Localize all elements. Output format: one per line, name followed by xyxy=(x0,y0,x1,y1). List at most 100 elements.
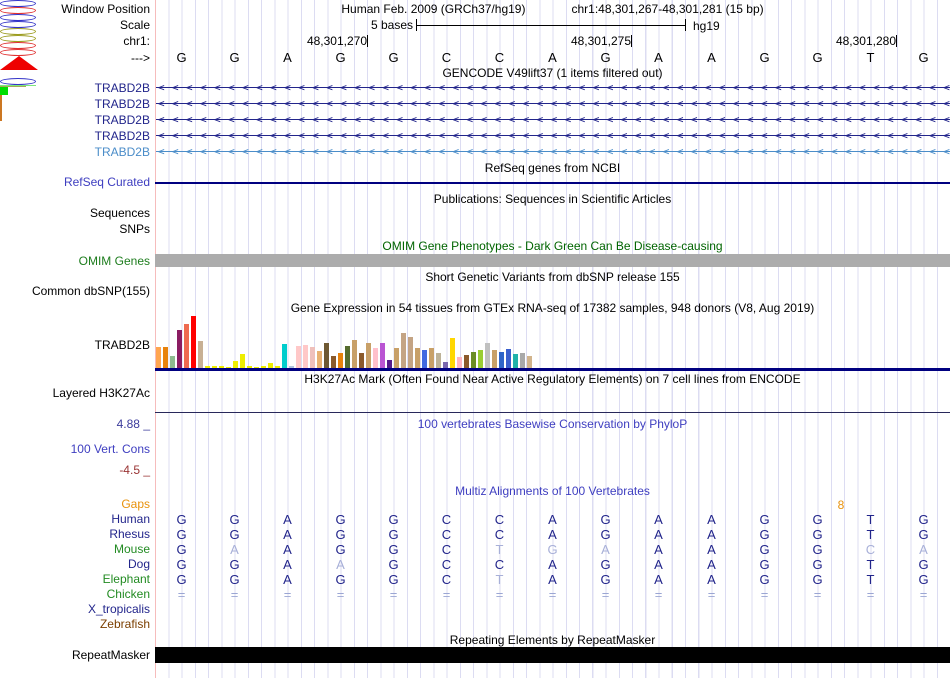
gene-label-trabd2b[interactable]: TRABD2B xyxy=(0,114,150,127)
track-label-repeatmasker[interactable]: RepeatMasker xyxy=(0,649,150,662)
track-label-omim-genes[interactable]: OMIM Genes xyxy=(0,255,150,268)
species-label-chicken[interactable]: Chicken xyxy=(0,588,150,601)
species-label-zebrafish[interactable]: Zebrafish xyxy=(0,618,150,631)
gtex-expression-bar[interactable] xyxy=(170,356,175,368)
alignment-base: G xyxy=(229,527,240,542)
gtex-expression-bar[interactable] xyxy=(226,367,231,368)
gtex-expression-bar[interactable] xyxy=(527,356,532,368)
gene-model-trabd2b[interactable]: <<<<<<<<<<<<<<<<<<<<<<<<<<<<<<<<<<<<<<<<… xyxy=(156,144,950,160)
gtex-expression-bar[interactable] xyxy=(429,348,434,368)
gtex-expression-bar[interactable] xyxy=(219,366,224,368)
gene-label-trabd2b[interactable]: TRABD2B xyxy=(0,82,150,95)
gtex-expression-bar[interactable] xyxy=(506,349,511,368)
gtex-expression-bar[interactable] xyxy=(478,350,483,368)
gene-model-trabd2b[interactable]: <<<<<<<<<<<<<<<<<<<<<<<<<<<<<<<<<<<<<<<<… xyxy=(156,128,950,144)
gtex-expression-bar[interactable] xyxy=(443,362,448,368)
species-label-mouse[interactable]: Mouse xyxy=(0,543,150,556)
gtex-expression-bar[interactable] xyxy=(499,352,504,368)
alignment-base: G xyxy=(335,527,346,542)
gtex-expression-bar[interactable] xyxy=(492,350,497,368)
track-label-100-vert-cons[interactable]: 100 Vert. Cons xyxy=(0,443,150,456)
species-label-rhesus[interactable]: Rhesus xyxy=(0,528,150,541)
gtex-expression-bar[interactable] xyxy=(240,354,245,368)
gene-model-trabd2b[interactable]: <<<<<<<<<<<<<<<<<<<<<<<<<<<<<<<<<<<<<<<<… xyxy=(156,80,950,96)
alignment-base: = xyxy=(760,587,769,602)
track-label-gaps[interactable]: Gaps xyxy=(0,498,150,511)
alignment-base: A xyxy=(283,572,292,587)
gtex-expression-bar[interactable] xyxy=(457,357,462,368)
gtex-expression-bar[interactable] xyxy=(415,348,420,368)
track-label-gtex-trabd2b[interactable]: TRABD2B xyxy=(0,339,150,352)
gtex-expression-bar[interactable] xyxy=(373,348,378,368)
alignment-base: = xyxy=(919,587,928,602)
alignment-base: T xyxy=(866,527,875,542)
gtex-expression-bar[interactable] xyxy=(366,343,371,368)
gtex-expression-bar[interactable] xyxy=(450,338,455,368)
gtex-expression-bar[interactable] xyxy=(191,316,196,368)
gtex-expression-bar[interactable] xyxy=(331,356,336,368)
gtex-expression-bar[interactable] xyxy=(205,366,210,368)
track-label-sequences[interactable]: Sequences xyxy=(0,207,150,220)
h3k27ac-baseline[interactable] xyxy=(155,412,950,413)
gtex-expression-bar[interactable] xyxy=(212,366,217,368)
alignment-base: G xyxy=(335,542,346,557)
gtex-expression-bar[interactable] xyxy=(156,347,161,368)
gtex-expression-bar[interactable] xyxy=(268,363,273,368)
gene-label-trabd2b[interactable]: TRABD2B xyxy=(0,146,150,159)
gtex-expression-bar[interactable] xyxy=(464,355,469,368)
species-label-dog[interactable]: Dog xyxy=(0,558,150,571)
species-label-elephant[interactable]: Elephant xyxy=(0,573,150,586)
gtex-expression-bar[interactable] xyxy=(401,333,406,368)
track-label-refseq-curated[interactable]: RefSeq Curated xyxy=(0,176,150,189)
gtex-expression-bar[interactable] xyxy=(233,361,238,368)
repeatmasker-element-bar[interactable] xyxy=(155,647,950,663)
gtex-expression-bar[interactable] xyxy=(303,345,308,368)
alignment-base: A xyxy=(707,557,716,572)
omim-gene-bar[interactable] xyxy=(155,254,950,267)
gtex-expression-bar[interactable] xyxy=(520,353,525,368)
sequence-base: G xyxy=(176,50,187,65)
gtex-expression-bar[interactable] xyxy=(345,346,350,368)
gtex-expression-bar[interactable] xyxy=(394,348,399,368)
refseq-curated-gene-line[interactable] xyxy=(155,182,950,184)
gtex-expression-bar[interactable] xyxy=(513,354,518,368)
gtex-expression-bar[interactable] xyxy=(471,352,476,368)
gtex-expression-bar[interactable] xyxy=(317,351,322,368)
gtex-expression-bar[interactable] xyxy=(436,353,441,368)
alignment-base: G xyxy=(600,512,611,527)
gtex-expression-bar[interactable] xyxy=(387,360,392,368)
repeatmasker-track-title: Repeating Elements by RepeatMasker xyxy=(449,633,656,647)
gtex-expression-bar[interactable] xyxy=(324,343,329,368)
gtex-expression-bar[interactable] xyxy=(289,366,294,368)
track-label-layered-h3k27ac[interactable]: Layered H3K27Ac xyxy=(0,387,150,400)
gtex-expression-bar[interactable] xyxy=(408,337,413,368)
gene-model-trabd2b[interactable]: <<<<<<<<<<<<<<<<<<<<<<<<<<<<<<<<<<<<<<<<… xyxy=(156,112,950,128)
gtex-expression-bar[interactable] xyxy=(198,341,203,368)
gtex-expression-bar[interactable] xyxy=(422,350,427,368)
gtex-expression-bar[interactable] xyxy=(296,346,301,368)
gtex-expression-bar[interactable] xyxy=(163,347,168,368)
gtex-expression-bar[interactable] xyxy=(261,366,266,368)
gtex-expression-bar[interactable] xyxy=(177,330,182,368)
species-label-human[interactable]: Human xyxy=(0,513,150,526)
gtex-expression-bar[interactable] xyxy=(310,347,315,368)
gene-label-trabd2b[interactable]: TRABD2B xyxy=(0,98,150,111)
gtex-expression-bar[interactable] xyxy=(247,366,252,368)
track-label-common-dbsnp[interactable]: Common dbSNP(155) xyxy=(0,285,150,298)
gtex-expression-bar[interactable] xyxy=(275,366,280,368)
gtex-expression-bar[interactable] xyxy=(282,344,287,368)
sequence-base: G xyxy=(918,50,929,65)
gtex-expression-bar[interactable] xyxy=(352,340,357,368)
species-label-x-tropicalis[interactable]: X_tropicalis xyxy=(0,603,150,616)
gtex-expression-bar[interactable] xyxy=(380,343,385,368)
coordinate-tick-label: 48,301,280 xyxy=(835,34,896,48)
gtex-expression-bar[interactable] xyxy=(359,353,364,368)
strand-arrows: <<<<<<<<<<<<<<<<<<<<<<<<<<<<<<<<<<<<<<<<… xyxy=(158,81,950,94)
gene-model-trabd2b[interactable]: <<<<<<<<<<<<<<<<<<<<<<<<<<<<<<<<<<<<<<<<… xyxy=(156,96,950,112)
gtex-expression-bar[interactable] xyxy=(184,324,189,368)
gene-label-trabd2b[interactable]: TRABD2B xyxy=(0,130,150,143)
gtex-expression-bar[interactable] xyxy=(485,343,490,368)
track-label-snps[interactable]: SNPs xyxy=(0,223,150,236)
gtex-expression-bar[interactable] xyxy=(254,367,259,368)
gtex-expression-bar[interactable] xyxy=(338,353,343,368)
